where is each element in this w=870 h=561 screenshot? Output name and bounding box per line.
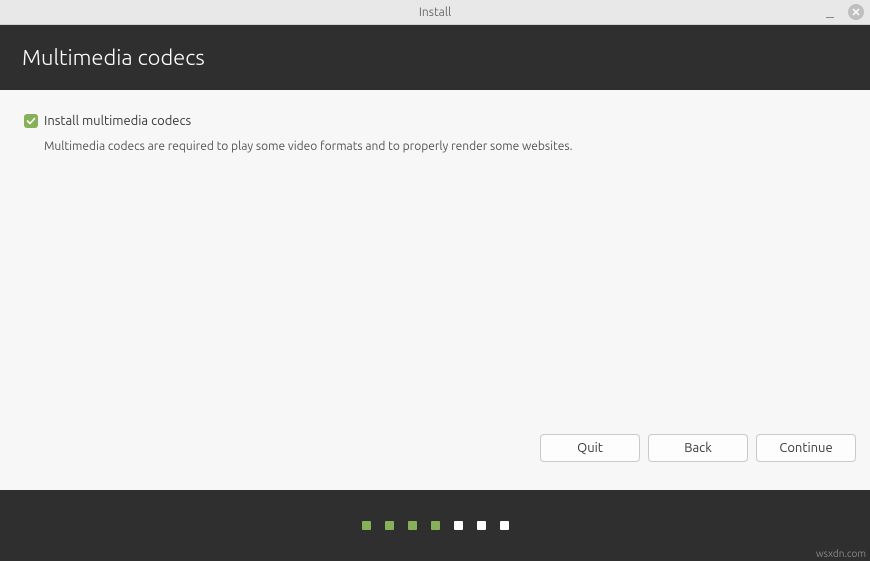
continue-button[interactable]: Continue [756, 434, 856, 462]
progress-step-4 [431, 521, 440, 530]
progress-step-1 [362, 521, 371, 530]
window-controls [824, 4, 864, 20]
close-button[interactable] [848, 4, 864, 20]
back-button[interactable]: Back [648, 434, 748, 462]
minimize-button[interactable] [824, 6, 836, 18]
page-header: Multimedia codecs [0, 25, 870, 90]
install-codecs-checkbox[interactable] [24, 114, 38, 128]
progress-step-5 [454, 521, 463, 530]
progress-step-6 [477, 521, 486, 530]
action-buttons: Quit Back Continue [0, 434, 870, 490]
install-codecs-label: Install multimedia codecs [44, 114, 191, 128]
close-icon [852, 8, 860, 16]
check-icon [26, 116, 36, 126]
codec-description: Multimedia codecs are required to play s… [44, 140, 846, 153]
codec-option-row: Install multimedia codecs [24, 114, 846, 128]
progress-step-7 [500, 521, 509, 530]
page-title: Multimedia codecs [22, 45, 205, 70]
progress-step-3 [408, 521, 417, 530]
content-area: Install multimedia codecs Multimedia cod… [0, 90, 870, 434]
window-title: Install [419, 6, 451, 19]
progress-footer [0, 490, 870, 561]
quit-button[interactable]: Quit [540, 434, 640, 462]
watermark: wsxdn.com [816, 548, 866, 559]
titlebar: Install [0, 0, 870, 25]
progress-step-2 [385, 521, 394, 530]
